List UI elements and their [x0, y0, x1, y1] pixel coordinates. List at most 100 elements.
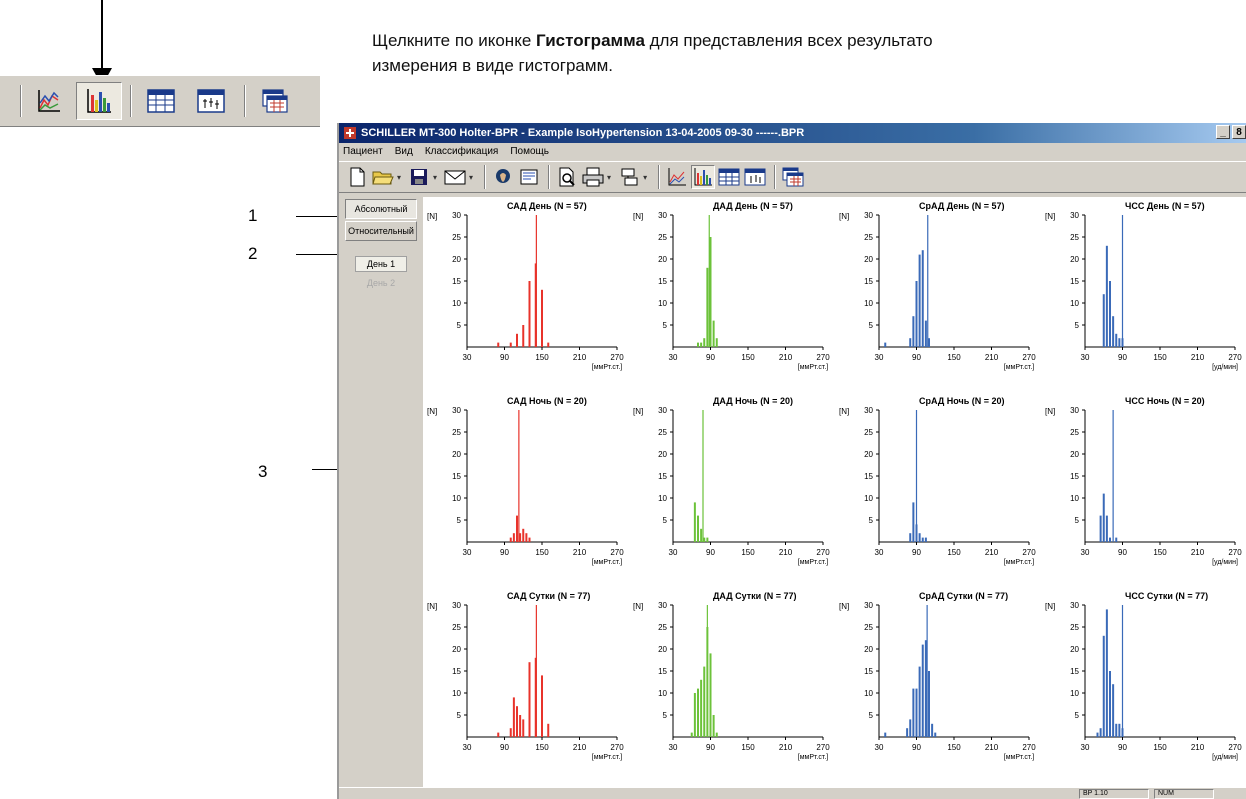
- x-tick-label: 270: [1228, 743, 1242, 752]
- statistics-table-button-small[interactable]: [743, 165, 767, 189]
- statistics-table-button[interactable]: [188, 82, 234, 120]
- day-1-button[interactable]: День 1: [355, 256, 407, 272]
- y-tick-label: 15: [864, 472, 873, 481]
- mail-button[interactable]: [443, 165, 467, 189]
- histogram-bar: [912, 502, 915, 542]
- x-axis-label: [ммРт.ст.]: [592, 559, 622, 566]
- table-button[interactable]: [138, 82, 184, 120]
- chart-title: ДАД День (N = 57): [713, 201, 793, 211]
- y-axis-label: [N]: [427, 407, 437, 416]
- x-axis-label: [ммРт.ст.]: [798, 754, 828, 761]
- histogram-bar: [519, 715, 522, 737]
- histogram-grid: САД День (N = 57) [N] 5 10 15 20 25 30 30 90 150 21…: [423, 197, 1246, 787]
- menu-patient[interactable]: Пациент: [343, 146, 383, 157]
- device-button[interactable]: [617, 165, 641, 189]
- callout-3-number: 3: [258, 462, 268, 481]
- print-preview-button[interactable]: [555, 165, 579, 189]
- x-tick-label: 210: [779, 353, 793, 362]
- window-icon: [782, 167, 804, 187]
- y-tick-label: 15: [658, 667, 667, 676]
- maximize-button[interactable]: 8: [1232, 125, 1246, 139]
- instruction-line-1: Щелкните по иконке Гистограмма для предс…: [372, 28, 1246, 53]
- x-tick-label: 90: [706, 743, 715, 752]
- window-button-small[interactable]: [781, 165, 805, 189]
- y-tick-label: 30: [452, 406, 461, 415]
- patient-button[interactable]: [491, 165, 515, 189]
- absolute-button[interactable]: Абсолютный: [345, 199, 417, 219]
- histogram-bar: [541, 675, 543, 737]
- x-tick-label: 90: [912, 743, 921, 752]
- histogram-bar: [1109, 281, 1111, 347]
- y-tick-label: 10: [1070, 689, 1079, 698]
- toolbar-separator: [774, 165, 777, 189]
- menu-view[interactable]: Вид: [395, 146, 413, 157]
- y-tick-label: 15: [1070, 277, 1079, 286]
- window-title: SCHILLER MT-300 Holter-BPR - Example Iso…: [361, 127, 805, 139]
- report-button[interactable]: [517, 165, 541, 189]
- y-tick-label: 25: [452, 428, 461, 437]
- y-tick-label: 30: [658, 211, 667, 220]
- histogram-bar: [1105, 245, 1108, 347]
- y-tick-label: 15: [1070, 472, 1079, 481]
- y-axis-label: [N]: [633, 407, 643, 416]
- dropdown-arrow-icon[interactable]: ▾: [433, 173, 437, 182]
- x-tick-label: 210: [985, 353, 999, 362]
- y-axis-label: [N]: [633, 602, 643, 611]
- dropdown-arrow-icon[interactable]: ▾: [607, 173, 611, 182]
- relative-button[interactable]: Относительный: [345, 221, 417, 241]
- dropdown-arrow-icon[interactable]: ▾: [643, 173, 647, 182]
- y-axis-label: [N]: [1045, 212, 1055, 221]
- histogram-chart: ЧСС Сутки (N = 77) [N] 5 10 15 20 25 30 30 90 150 2…: [1045, 591, 1242, 761]
- menu-classification[interactable]: Классификация: [425, 146, 499, 157]
- save-button[interactable]: [407, 165, 431, 189]
- open-folder-icon: [372, 171, 394, 185]
- day-2-button[interactable]: День 2: [355, 275, 407, 291]
- histograms-svg: САД День (N = 57) [N] 5 10 15 20 25 30 30 90 150 21…: [427, 201, 1242, 761]
- histogram-bar: [1115, 723, 1118, 737]
- histogram-chart: ДАД Ночь (N = 20) [N] 5 10 15 20 25 30 30 90 150 21…: [633, 396, 830, 566]
- save-icon: [411, 169, 428, 185]
- histogram-bar: [528, 662, 531, 737]
- print-button[interactable]: [581, 165, 605, 189]
- dropdown-arrow-icon[interactable]: ▾: [469, 173, 473, 182]
- chart-title: ЧСС Ночь (N = 20): [1125, 396, 1205, 406]
- histogram-bar: [1099, 515, 1102, 542]
- histogram-bar: [690, 732, 693, 737]
- y-axis-label: [N]: [839, 602, 849, 611]
- x-tick-label: 90: [500, 548, 509, 557]
- chart-title: ЧСС Сутки (N = 77): [1125, 591, 1208, 601]
- dropdown-arrow-icon[interactable]: ▾: [397, 173, 401, 182]
- table-icon: [718, 168, 740, 186]
- y-axis-label: [N]: [427, 602, 437, 611]
- y-tick-label: 5: [1075, 516, 1080, 525]
- pointer-arrow-shaft: [101, 0, 103, 70]
- zoomed-toolbar: [0, 75, 320, 127]
- x-tick-label: 270: [610, 743, 624, 752]
- x-tick-label: 150: [535, 353, 549, 362]
- histogram-bar: [706, 267, 709, 347]
- histogram-button[interactable]: [76, 82, 122, 120]
- chart-title: САД Ночь (N = 20): [507, 396, 587, 406]
- y-tick-label: 10: [658, 299, 667, 308]
- open-folder-button[interactable]: [371, 165, 395, 189]
- trend-chart-button-small[interactable]: [665, 165, 689, 189]
- new-file-button[interactable]: [345, 165, 369, 189]
- y-tick-label: 5: [1075, 321, 1080, 330]
- window-controls: _ 8: [1216, 125, 1246, 139]
- menu-help[interactable]: Помощь: [510, 146, 549, 157]
- y-tick-label: 10: [452, 689, 461, 698]
- minimize-button[interactable]: _: [1216, 125, 1230, 139]
- x-tick-label: 210: [985, 743, 999, 752]
- toolbar-separator: [548, 165, 551, 189]
- trend-chart-button[interactable]: [26, 82, 72, 120]
- y-tick-label: 10: [864, 689, 873, 698]
- y-tick-label: 5: [663, 516, 668, 525]
- x-tick-label: 90: [1118, 548, 1127, 557]
- histogram-bar: [915, 688, 918, 737]
- table-button-small[interactable]: [717, 165, 741, 189]
- instruction-text: Щелкните по иконке Гистограмма для предс…: [372, 28, 1246, 78]
- histogram-icon: [87, 89, 111, 113]
- window-button[interactable]: [252, 82, 298, 120]
- histogram-button-small[interactable]: [691, 165, 716, 189]
- print-preview-icon: [559, 167, 575, 187]
